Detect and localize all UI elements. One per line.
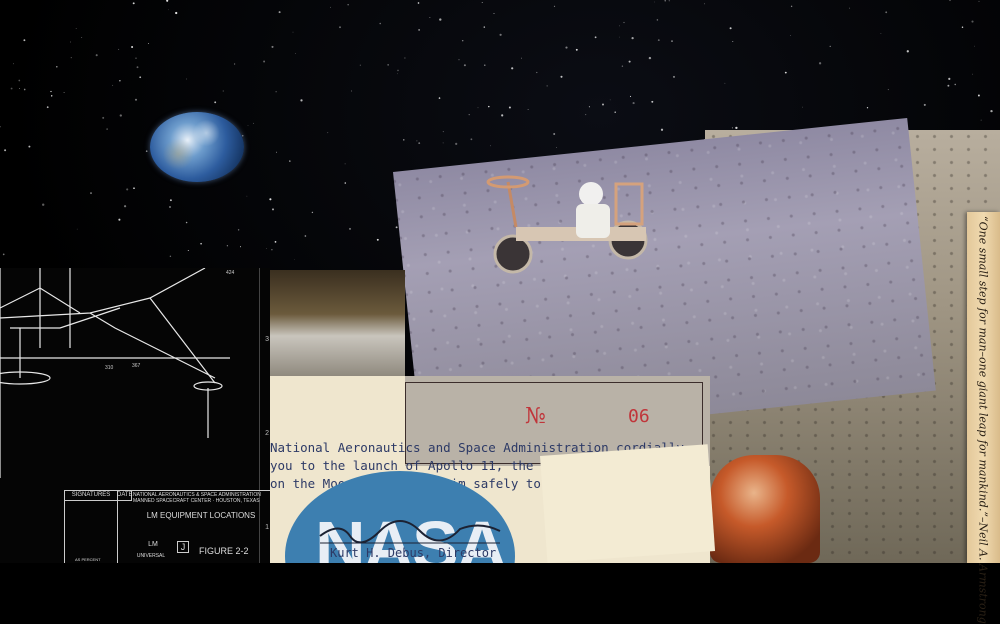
ruler-number: 2 (265, 430, 269, 437)
drawing-title-block: SIGNATURES DATE NATIONAL AERONAUTICS & S… (64, 490, 270, 563)
date-header: DATE (117, 491, 133, 501)
callout-310: 310 (105, 365, 114, 371)
callout-367: 367 (132, 363, 141, 369)
drawing-title: LM EQUIPMENT LOCATIONS (146, 511, 256, 520)
armstrong-quote-strip: “One small step for man–one giant leap f… (967, 212, 1000, 624)
orange-object-photo (710, 455, 820, 563)
figure-number: FIGURE 2-2 (199, 546, 249, 556)
organization-text: NATIONAL AERONAUTICS & SPACE ADMINISTRAT… (133, 492, 261, 504)
designation: LM (148, 541, 158, 548)
sheet-letter: J (177, 541, 189, 553)
callout-424: 424 (226, 270, 235, 276)
astronaut-closeup-photo (270, 270, 405, 380)
ruler-number: 3 (265, 336, 269, 343)
universal-label: UNIVERSAL (136, 553, 166, 559)
paper-panel (540, 444, 716, 563)
signatures-column (65, 491, 118, 563)
signatures-header: SIGNATURES (65, 491, 117, 501)
percent-label: AS PERCENT (75, 557, 101, 562)
lander-leg-drawing: 310 367 424 (0, 268, 235, 478)
number-sign: № (525, 404, 546, 429)
lm-blueprint: 310 367 424 3 2 1 SIGNATURES DATE NATION… (0, 268, 270, 563)
lunar-rover-astronaut (486, 175, 648, 274)
director-name: Kurt H. Debus, Director (330, 546, 497, 560)
director-signature (319, 520, 501, 544)
invitation-number: 06 (628, 406, 650, 427)
